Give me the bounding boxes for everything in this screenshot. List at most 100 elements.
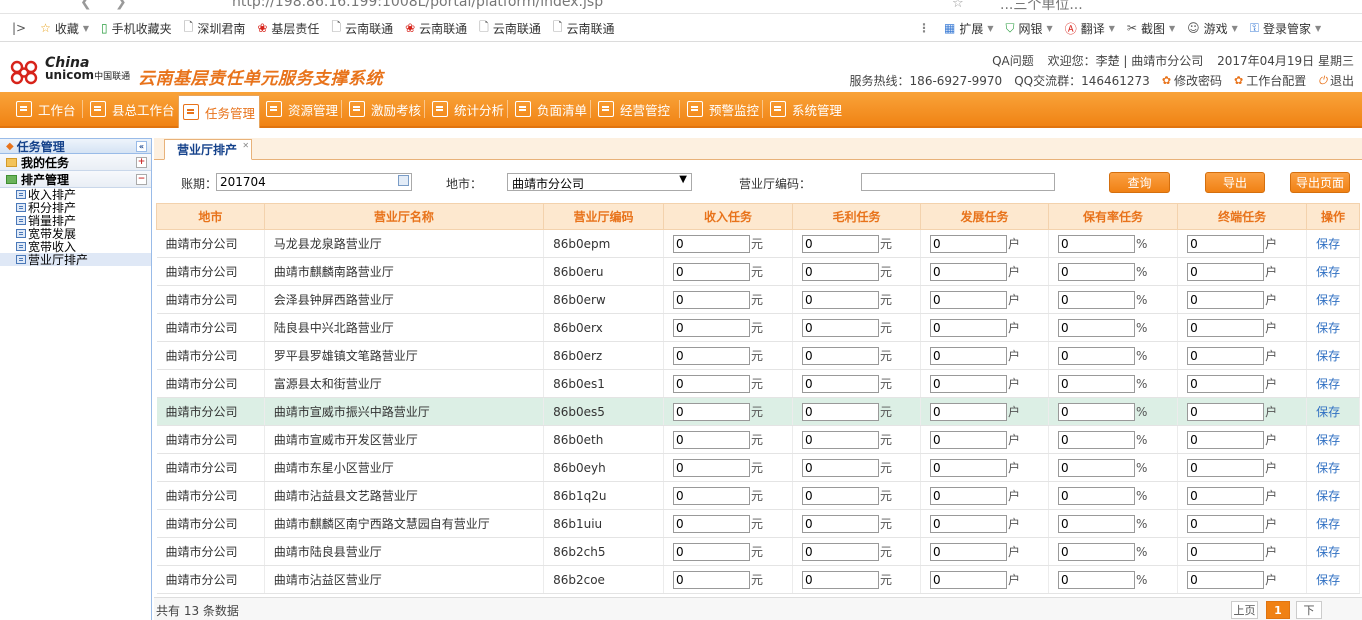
task-input[interactable] [802, 458, 880, 477]
bookmark-right-0[interactable]: ▦ 扩展 ▼ [944, 20, 994, 37]
city-select[interactable]: 曲靖市分公司 ▼ [507, 173, 692, 191]
bookmark-left-7[interactable]: 🗋 云南联通 [553, 18, 615, 39]
task-input[interactable] [802, 542, 880, 561]
bookmark-left-5[interactable]: ❀ 云南联通 [405, 20, 467, 37]
save-link[interactable]: 保存 [1316, 377, 1340, 391]
task-input[interactable] [1187, 542, 1265, 561]
sidebar-item-2[interactable]: 销量排产 [0, 214, 151, 227]
task-input[interactable] [1187, 318, 1265, 337]
task-input[interactable] [802, 318, 880, 337]
task-input[interactable] [672, 290, 750, 309]
task-input[interactable] [1058, 430, 1136, 449]
task-input[interactable] [672, 374, 750, 393]
table-row[interactable]: 曲靖市分公司富源县太和街营业厅86b0es1 元 元 户% 户 保存 [156, 369, 1360, 398]
save-link[interactable]: 保存 [1316, 433, 1340, 447]
task-input[interactable] [672, 542, 750, 561]
task-input[interactable] [930, 514, 1008, 533]
task-input[interactable] [930, 346, 1008, 365]
task-input[interactable] [802, 234, 880, 253]
task-input[interactable] [1058, 346, 1136, 365]
bookmark-left-3[interactable]: ❀ 基层责任 [257, 20, 319, 37]
task-input[interactable] [930, 430, 1008, 449]
table-row[interactable]: 曲靖市分公司马龙县龙泉路营业厅86b0epm 元 元 户% 户 保存 [156, 229, 1360, 258]
task-input[interactable] [802, 346, 880, 365]
task-input[interactable] [1187, 402, 1265, 421]
task-input[interactable] [672, 262, 750, 281]
prev-page-button[interactable]: 上页 [1231, 601, 1258, 619]
save-link[interactable]: 保存 [1316, 293, 1340, 307]
bookmark-right-4[interactable]: ☺ 游戏 ▼ [1187, 20, 1238, 37]
collapse-icon[interactable]: − [136, 174, 147, 185]
task-input[interactable] [802, 290, 880, 309]
task-input[interactable] [1187, 374, 1265, 393]
save-link[interactable]: 保存 [1316, 573, 1340, 587]
task-input[interactable] [930, 262, 1008, 281]
menu-item-5[interactable]: 统计分析 [432, 92, 504, 126]
collapse-panel-icon[interactable]: « [136, 141, 147, 152]
change-password-link[interactable]: ✿ 修改密码 [1162, 72, 1222, 89]
sidebar-item-0[interactable]: 收入排产 [0, 188, 151, 201]
menu-item-0[interactable]: 工作台 [16, 92, 76, 126]
table-row[interactable]: 曲靖市分公司曲靖市宣威市开发区营业厅86b0eth 元 元 户% 户 保存 [156, 425, 1360, 454]
task-input[interactable] [1058, 570, 1136, 589]
task-input[interactable] [672, 346, 750, 365]
table-row[interactable]: 曲靖市分公司曲靖市麒麟南路营业厅86b0eru 元 元 户% 户 保存 [156, 257, 1360, 286]
address-bar-url[interactable]: http://198.86.16.199:1008L/portal/platfo… [232, 0, 603, 10]
bookmark-left-2[interactable]: 🗋 深圳君南 [184, 18, 246, 39]
save-link[interactable]: 保存 [1316, 545, 1340, 559]
task-input[interactable] [1187, 458, 1265, 477]
task-input[interactable] [802, 262, 880, 281]
close-tab-icon[interactable]: ✕ [242, 141, 249, 150]
task-input[interactable] [802, 402, 880, 421]
save-link[interactable]: 保存 [1316, 349, 1340, 363]
task-input[interactable] [672, 458, 750, 477]
menu-item-1[interactable]: 县总工作台 [90, 92, 175, 126]
task-input[interactable] [1058, 262, 1136, 281]
bookmark-right-2[interactable]: Ⓐ 翻译 ▼ [1065, 20, 1115, 37]
bookmark-right-5[interactable]: ⚿ 登录管家 ▼ [1250, 20, 1321, 37]
task-input[interactable] [672, 570, 750, 589]
task-input[interactable] [1058, 290, 1136, 309]
menu-item-6[interactable]: 负面清单 [515, 92, 587, 126]
forward-arrow-icon[interactable]: ❯ [115, 0, 127, 10]
task-input[interactable] [1187, 514, 1265, 533]
task-input[interactable] [1058, 486, 1136, 505]
bookmark-star-icon[interactable]: ☆ [952, 0, 964, 11]
save-link[interactable]: 保存 [1316, 265, 1340, 279]
sidebar-toggle-icon[interactable]: |> [12, 21, 26, 35]
next-page-button[interactable]: 下 [1296, 601, 1322, 619]
bookmark-left-6[interactable]: 🗋 云南联通 [479, 18, 541, 39]
task-input[interactable] [672, 234, 750, 253]
task-input[interactable] [1187, 234, 1265, 253]
menu-item-9[interactable]: 系统管理 [770, 92, 842, 126]
task-input[interactable] [802, 430, 880, 449]
task-input[interactable] [1187, 346, 1265, 365]
task-input[interactable] [672, 318, 750, 337]
task-input[interactable] [1187, 486, 1265, 505]
task-input[interactable] [1058, 374, 1136, 393]
menu-item-7[interactable]: 经营管控 [598, 92, 670, 126]
bookmark-right-1[interactable]: ⛉ 网银 ▼ [1006, 20, 1053, 37]
sidebar-item-4[interactable]: 宽带收入 [0, 240, 151, 253]
qa-link[interactable]: QA问题 [992, 54, 1034, 68]
task-input[interactable] [930, 458, 1008, 477]
tab-hall-scheduling[interactable]: 营业厅排产 ✕ [164, 139, 253, 160]
table-row[interactable]: 曲靖市分公司陆良县中兴北路营业厅86b0erx 元 元 户% 户 保存 [156, 313, 1360, 342]
period-input[interactable]: 201704 [216, 173, 412, 191]
task-input[interactable] [1058, 458, 1136, 477]
sidebar-group-0[interactable]: 我的任务 + [0, 154, 151, 171]
save-link[interactable]: 保存 [1316, 405, 1340, 419]
browser-tab-title[interactable]: ...三个单位... [1000, 0, 1083, 13]
save-link[interactable]: 保存 [1316, 489, 1340, 503]
sidebar-item-5[interactable]: 营业厅排产 [0, 253, 151, 266]
table-row[interactable]: 曲靖市分公司曲靖市陆良县营业厅86b2ch5 元 元 户% 户 保存 [156, 537, 1360, 566]
save-link[interactable]: 保存 [1316, 461, 1340, 475]
task-input[interactable] [930, 318, 1008, 337]
task-input[interactable] [1187, 290, 1265, 309]
expand-icon[interactable]: + [136, 157, 147, 168]
task-input[interactable] [802, 514, 880, 533]
menu-item-3[interactable]: 资源管理 [266, 92, 338, 126]
query-button[interactable]: 查询 [1109, 172, 1170, 193]
table-row[interactable]: 曲靖市分公司曲靖市沾益区营业厅86b2coe 元 元 户% 户 保存 [156, 565, 1360, 594]
bookmark-right-3[interactable]: ✂ 截图 ▼ [1127, 20, 1175, 37]
